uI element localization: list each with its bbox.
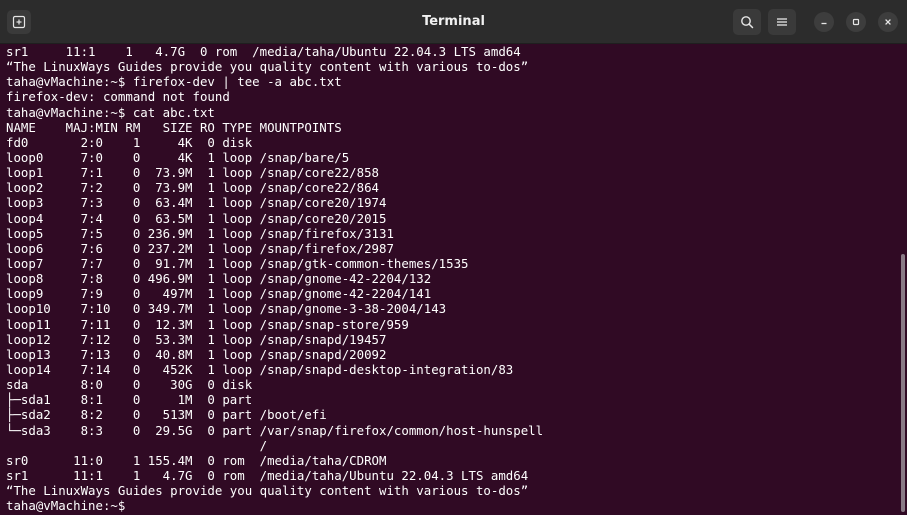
- terminal-line: ├─sda1 8:1 0 1M 0 part: [6, 392, 253, 408]
- terminal-line: loop9 7:9 0 497M 1 loop /snap/gnome-42-2…: [6, 286, 432, 302]
- terminal-line: ├─sda2 8:2 0 513M 0 part /boot/efi: [6, 407, 327, 423]
- search-icon: [741, 16, 754, 29]
- terminal-line: loop14 7:14 0 452K 1 loop /snap/snapd-de…: [6, 361, 514, 377]
- terminal-line: fd0 2:0 1 4K 0 disk: [6, 134, 253, 150]
- terminal-line: └─sda3 8:3 0 29.5G 0 part /var/snap/fire…: [6, 422, 544, 438]
- terminal-line: “The LinuxWays Guides provide you qualit…: [6, 483, 529, 499]
- close-button[interactable]: [878, 12, 898, 32]
- terminal-line: /: [6, 437, 268, 453]
- hamburger-menu-icon: [777, 18, 787, 26]
- maximize-button[interactable]: [846, 12, 866, 32]
- terminal-line: loop2 7:2 0 73.9M 1 loop /snap/core22/86…: [6, 180, 379, 196]
- terminal-line: NAME MAJ:MIN RM SIZE RO TYPE MOUNTPOINTS: [6, 119, 342, 135]
- terminal-window: Terminal sr1 11:1 1 4.7G 0 rom /media/ta…: [0, 0, 907, 515]
- terminal-line: loop13 7:13 0 40.8M 1 loop /snap/snapd/2…: [6, 346, 387, 362]
- scrollbar[interactable]: [901, 254, 905, 512]
- terminal-line: taha@vMachine:~$: [6, 498, 133, 514]
- search-button[interactable]: [733, 9, 761, 35]
- terminal-line: loop6 7:6 0 237.2M 1 loop /snap/firefox/…: [6, 240, 394, 256]
- terminal-line: loop5 7:5 0 236.9M 1 loop /snap/firefox/…: [6, 225, 394, 241]
- terminal-line: loop7 7:7 0 91.7M 1 loop /snap/gtk-commo…: [6, 255, 469, 271]
- terminal-line: loop12 7:12 0 53.3M 1 loop /snap/snapd/1…: [6, 331, 387, 347]
- minimize-icon: [821, 22, 827, 25]
- terminal-line: loop11 7:11 0 12.3M 1 loop /snap/snap-st…: [6, 316, 409, 332]
- terminal-line: loop3 7:3 0 63.4M 1 loop /snap/core20/19…: [6, 195, 387, 211]
- terminal-line: sr1 11:1 1 4.7G 0 rom /media/taha/Ubuntu…: [6, 44, 521, 59]
- terminal-line: taha@vMachine:~$ firefox-dev | tee -a ab…: [6, 74, 342, 90]
- terminal-line: firefox-dev: command not found: [6, 89, 230, 105]
- terminal-line: loop1 7:1 0 73.9M 1 loop /snap/core22/85…: [6, 165, 379, 181]
- terminal-line: taha@vMachine:~$ cat abc.txt: [6, 104, 215, 120]
- new-tab-button[interactable]: [7, 10, 31, 34]
- menu-button[interactable]: [768, 9, 796, 35]
- terminal-line: “The LinuxWays Guides provide you qualit…: [6, 59, 529, 75]
- new-tab-icon: [12, 15, 26, 29]
- maximize-icon: [852, 18, 860, 26]
- terminal-line: loop10 7:10 0 349.7M 1 loop /snap/gnome-…: [6, 301, 447, 317]
- terminal-line: loop8 7:8 0 496.9M 1 loop /snap/gnome-42…: [6, 271, 432, 287]
- close-icon: [885, 19, 891, 25]
- terminal-line: sda 8:0 0 30G 0 disk: [6, 377, 253, 393]
- terminal-line: loop0 7:0 0 4K 1 loop /snap/bare/5: [6, 149, 350, 165]
- terminal-line: sr0 11:0 1 155.4M 0 rom /media/taha/CDRO…: [6, 452, 387, 468]
- terminal-line: sr1 11:1 1 4.7G 0 rom /media/taha/Ubuntu…: [6, 467, 529, 483]
- minimize-button[interactable]: [814, 12, 834, 32]
- terminal-output[interactable]: sr1 11:1 1 4.7G 0 rom /media/taha/Ubuntu…: [0, 44, 899, 515]
- title-bar[interactable]: Terminal: [0, 0, 907, 44]
- terminal-line: loop4 7:4 0 63.5M 1 loop /snap/core20/20…: [6, 210, 387, 226]
